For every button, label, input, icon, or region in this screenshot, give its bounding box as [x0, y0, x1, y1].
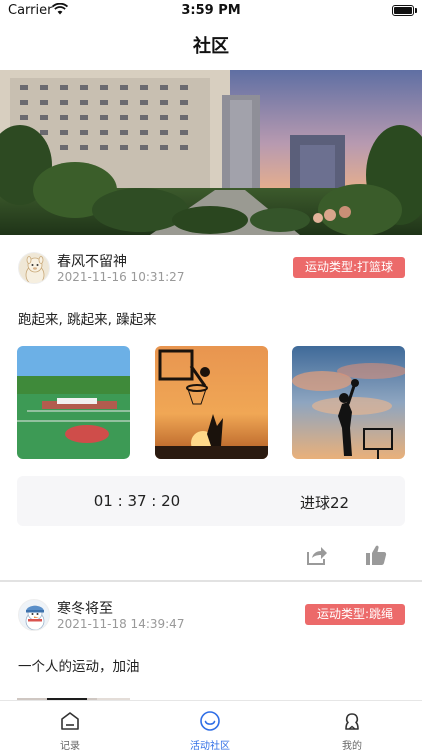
- tab-label: 我的: [342, 741, 362, 750]
- workout-stats-box: 01 : 37 : 20 进球22: [17, 476, 405, 526]
- player-sky-image-icon: [292, 346, 405, 459]
- status-bar: Carrier 3:59 PM: [0, 0, 422, 22]
- sport-type-badge: 运动类型:跳绳: [304, 604, 405, 625]
- post-username[interactable]: 寒冬将至: [57, 598, 113, 618]
- tab-bar: 记录 活动社区 我的: [0, 700, 422, 750]
- post-card: 春风不留神 2021-11-16 10:31:27 运动类型:打篮球 跑起来, …: [0, 235, 422, 580]
- post-photo-partial[interactable]: [17, 693, 130, 700]
- hoop-sunset-image-icon: [155, 346, 268, 459]
- post-photo-player-sky[interactable]: [292, 346, 405, 459]
- workout-goals: 进球22: [299, 494, 350, 512]
- alpaca-avatar-icon: [19, 253, 49, 283]
- like-icon[interactable]: [364, 543, 388, 567]
- avatar[interactable]: [18, 599, 50, 631]
- post-card: 寒冬将至 2021-11-18 14:39:47 运动类型:跳绳 一个人的运动，…: [0, 582, 422, 700]
- sport-type-badge: 运动类型:打篮球: [292, 257, 405, 278]
- post-username[interactable]: 春风不留神: [57, 251, 127, 271]
- snowman-avatar-icon: [19, 600, 49, 630]
- tab-label: 记录: [60, 741, 80, 750]
- hero-banner-image: [0, 70, 422, 235]
- workout-duration: 01 : 37 : 20: [93, 492, 181, 510]
- user-icon: [345, 713, 359, 730]
- tab-profile[interactable]: 我的: [282, 701, 422, 750]
- smile-icon: [200, 711, 220, 731]
- battery-icon: [392, 5, 417, 16]
- post-text: 跑起来, 跳起来, 躁起来: [18, 312, 157, 328]
- page-title: 社区: [193, 36, 229, 57]
- tab-community[interactable]: 活动社区: [140, 701, 280, 750]
- post-photo-hoop-sunset[interactable]: [155, 346, 268, 459]
- post-photo-court[interactable]: [17, 346, 130, 459]
- avatar[interactable]: [18, 252, 50, 284]
- activity-feed[interactable]: 春风不留神 2021-11-16 10:31:27 运动类型:打篮球 跑起来, …: [0, 235, 422, 700]
- post-timestamp: 2021-11-18 14:39:47: [57, 617, 185, 631]
- tab-label: 活动社区: [190, 741, 230, 750]
- home-icon: [61, 712, 79, 730]
- post-timestamp: 2021-11-16 10:31:27: [57, 270, 185, 284]
- tab-records[interactable]: 记录: [0, 701, 140, 750]
- basketball-court-image-icon: [17, 346, 130, 459]
- clock-label: 3:59 PM: [181, 3, 241, 18]
- share-icon[interactable]: [305, 543, 329, 567]
- post-text: 一个人的运动，加油: [18, 659, 140, 675]
